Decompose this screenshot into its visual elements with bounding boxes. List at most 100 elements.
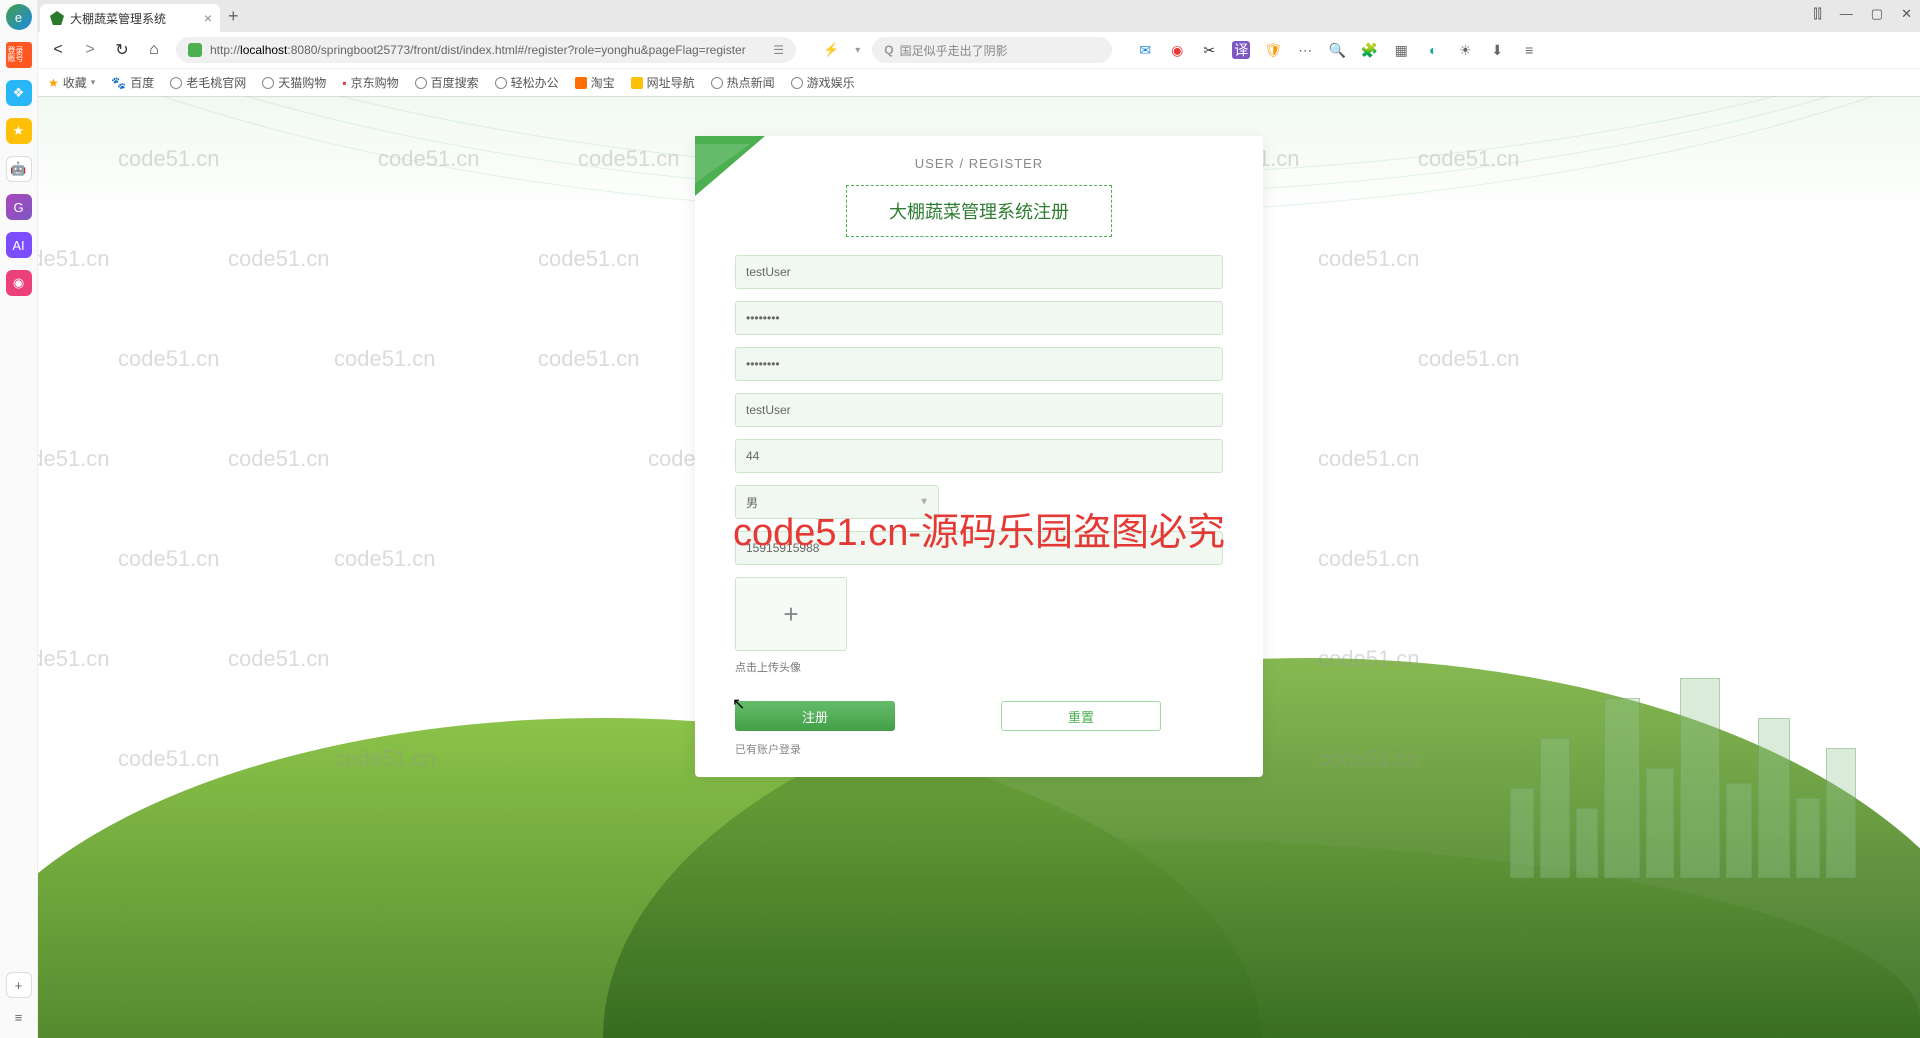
bookmark-news[interactable]: 热点新闻 [711,74,775,91]
sidebar-add-button[interactable]: + [6,972,32,998]
globe-icon [262,77,274,89]
weibo-icon[interactable]: ◉ [1168,41,1186,59]
bookmark-baidu[interactable]: 🐾百度 [111,74,154,91]
sidebar-app-1-icon[interactable]: ❖ [6,80,32,106]
nav-reload-button[interactable]: ↻ [112,40,132,60]
nav-back-button[interactable]: < [48,41,68,59]
globe-icon [415,77,427,89]
apps-grid-icon[interactable]: ▦ [1392,41,1410,59]
card-title: 大棚蔬菜管理系统注册 [889,202,1069,222]
tab-bar: 大棚蔬菜管理系统 × + ⫿⫿ — ▢ ✕ [0,0,1920,32]
avatar-upload-button[interactable]: + [735,577,847,651]
sidebar-list-button[interactable]: ≡ [6,1004,32,1030]
watermark: code51.cn [538,346,640,372]
login-account-button[interactable]: 登录账号 [6,42,32,68]
url-bar[interactable]: http://localhost:8080/springboot25773/fr… [176,37,796,63]
bookmark-navsite[interactable]: 网址导航 [631,74,695,91]
bookmark-laomaotao[interactable]: 老毛桃官网 [170,74,246,91]
watermark: code51.cn [1318,446,1420,472]
nav-bar: < > ↻ ⌂ http://localhost:8080/springboot… [0,32,1920,68]
username-input[interactable] [735,255,1223,289]
bookmark-favorites[interactable]: ★收藏▾ [48,74,95,91]
button-row: 注册 重置 [735,701,1223,731]
paw-icon: 🐾 [111,76,126,90]
watermark: code51.cn [334,746,436,772]
window-controls: ⫿⫿ — ▢ ✕ [1813,6,1912,22]
sidebar-favorites-icon[interactable]: ★ [6,118,32,144]
bookmark-taobao[interactable]: 淘宝 [575,74,615,91]
watermark: code51.cn [228,446,330,472]
watermark: code51.cn [538,246,640,272]
speed-dropdown-icon[interactable]: ▾ [855,45,860,56]
taobao-icon [575,77,587,89]
bookmark-games[interactable]: 游戏娱乐 [791,74,855,91]
browser-logo-icon[interactable]: e [6,4,32,30]
watermark: code51.cn [578,146,680,172]
mail-icon[interactable]: ✉ [1136,41,1154,59]
close-tab-icon[interactable]: × [204,10,212,26]
password-input[interactable] [735,301,1223,335]
globe-icon [791,77,803,89]
watermark: code51.cn [118,746,220,772]
search-icon [884,43,899,57]
age-input[interactable] [735,439,1223,473]
sidebar-robot-icon[interactable]: 🤖 [6,156,32,182]
card-title-box: 大棚蔬菜管理系统注册 [846,185,1112,237]
reset-button[interactable]: 重置 [1001,701,1161,731]
speed-mode-icon[interactable]: ⚡ [823,42,839,58]
new-tab-button[interactable]: + [228,6,239,27]
main-menu-icon[interactable]: ≡ [1520,41,1538,59]
sidebar-ai-icon[interactable]: G [6,194,32,220]
window-minimize-icon[interactable]: — [1840,6,1853,22]
bookmark-jd[interactable]: ▪京东购物 [342,74,398,91]
watermark: code51.cn [1418,146,1520,172]
bookmark-office[interactable]: 轻松办公 [495,74,559,91]
nav-forward-button[interactable]: > [80,41,100,59]
sidebar-ai2-icon[interactable]: AI [6,232,32,258]
more-tools-icon[interactable]: ⋯ [1296,41,1314,59]
city-skyline-icon [1510,658,1890,878]
card-subtitle: USER / REGISTER [735,156,1223,171]
login-link[interactable]: 已有账户登录 [735,741,1223,757]
name-input[interactable] [735,393,1223,427]
downloads-icon[interactable]: ⬇ [1488,41,1506,59]
toolbar-right-icons: ✉ ◉ ✂ 译 🛡 ⋯ 🔍 🧩 ▦ ◐ ☀ ⬇ ≡ [1136,41,1538,59]
sidebar-chat-icon[interactable]: ◉ [6,270,32,296]
watermark: code51.cn [228,246,330,272]
tab-favicon-icon [50,11,64,25]
window-maximize-icon[interactable]: ▢ [1871,6,1883,22]
watermark: code51.cn [38,446,110,472]
globe-icon [711,77,723,89]
adblock-icon[interactable]: 🛡 [1264,41,1282,59]
watermark: code51.cn [1318,746,1420,772]
browser-tab[interactable]: 大棚蔬菜管理系统 × [40,4,220,32]
reader-mode-icon[interactable]: ☰ [773,43,784,57]
screenshot-icon[interactable]: ✂ [1200,41,1218,59]
watermark: code51.cn [1318,646,1420,672]
bookmark-tmall[interactable]: 天猫购物 [262,74,326,91]
browser-search-input[interactable]: 国足似乎走出了阴影 [872,37,1112,63]
gender-select[interactable]: ▼ [735,485,939,519]
confirm-password-input[interactable] [735,347,1223,381]
nav-icon [631,77,643,89]
register-button[interactable]: 注册 [735,701,895,731]
window-pin-icon[interactable]: ⫿⫿ [1813,6,1821,22]
star-icon: ★ [48,76,59,90]
profile-icon[interactable]: ◐ [1424,41,1442,59]
zoom-icon[interactable]: 🔍 [1328,41,1346,59]
extensions-icon[interactable]: 🧩 [1360,41,1378,59]
watermark: code51.cn [334,546,436,572]
watermark: code51.cn [228,646,330,672]
url-text: http://localhost:8080/springboot25773/fr… [210,43,746,57]
window-close-icon[interactable]: ✕ [1901,6,1912,22]
gender-select-display[interactable] [735,485,939,519]
bookmark-baidusearch[interactable]: 百度搜索 [415,74,479,91]
watermark: code51.cn [1318,546,1420,572]
register-card: USER / REGISTER 大棚蔬菜管理系统注册 ▼ + 点击上传头像 注册… [695,136,1263,777]
site-security-icon[interactable] [188,43,202,57]
nav-home-button[interactable]: ⌂ [144,41,164,59]
watermark: code51.cn [118,146,220,172]
translate-icon[interactable]: 译 [1232,41,1250,59]
theme-icon[interactable]: ☀ [1456,41,1474,59]
phone-input[interactable] [735,531,1223,565]
